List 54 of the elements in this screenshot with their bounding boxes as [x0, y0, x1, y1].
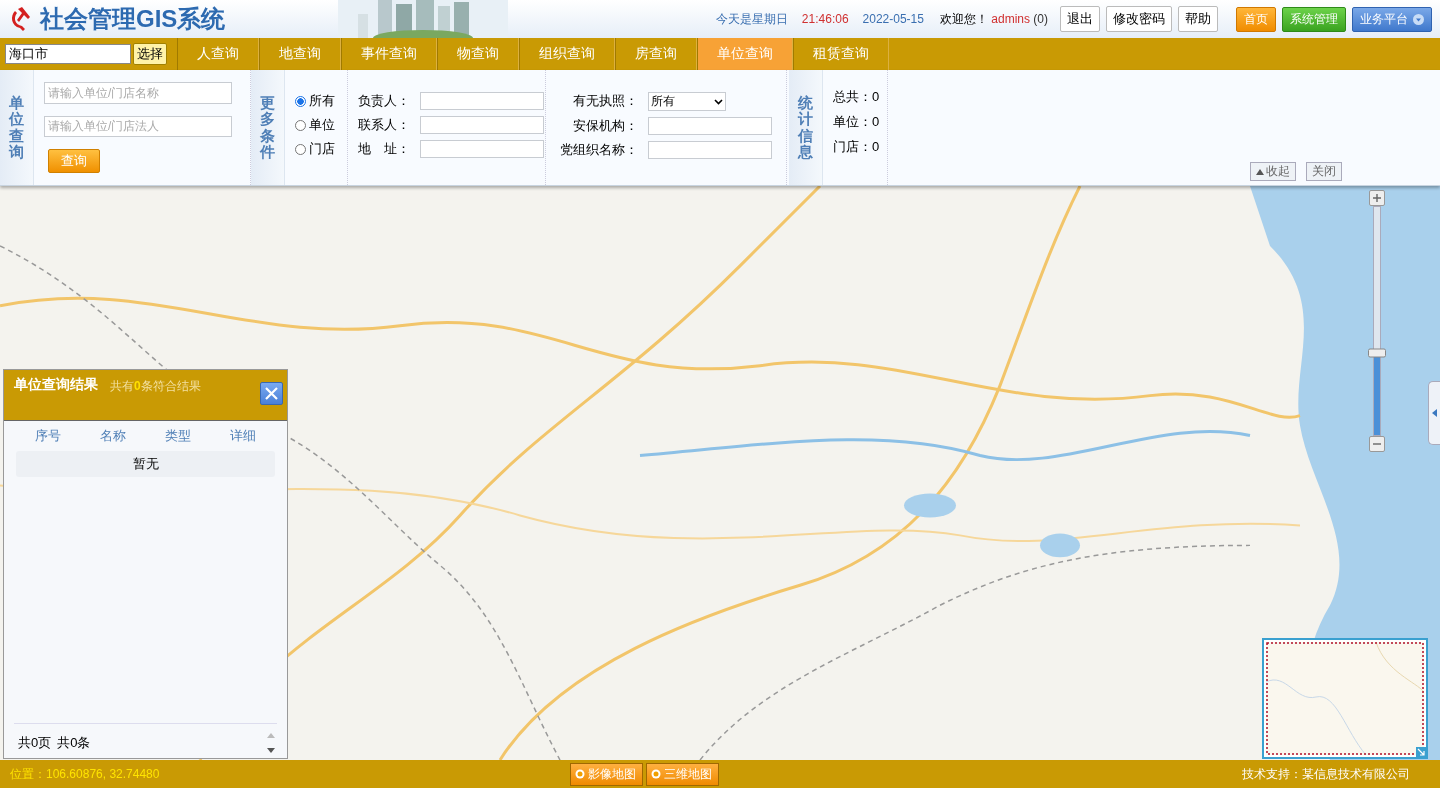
radio-button[interactable]	[295, 95, 306, 107]
input-field[interactable]: 请输入单位/门店法人	[44, 115, 232, 137]
chevron-icon	[714, 98, 723, 105]
field-label: 地 址：	[358, 140, 410, 158]
app-title: 社会管理GIS系统	[40, 4, 226, 34]
header-link[interactable]: 退出	[1060, 6, 1100, 32]
nav-button[interactable]: 业务平台	[1352, 6, 1432, 32]
section-title: 更多条件	[260, 94, 275, 161]
date-text: 2022-05-15	[862, 12, 924, 26]
map-mode-button[interactable]: 影像地图	[570, 762, 643, 786]
coordinates-text: 位置：106.60876, 32.74480	[10, 765, 161, 783]
search-button[interactable]: 查询	[48, 149, 100, 173]
radio-label: 单位	[309, 116, 335, 134]
radio-dot-icon	[651, 769, 661, 779]
input-field[interactable]	[420, 92, 544, 110]
header-link[interactable]: 帮助	[1178, 6, 1218, 32]
radio-label: 所有	[309, 92, 335, 110]
clock-text: 21:46:06	[801, 12, 849, 26]
radio-dot-icon	[575, 769, 585, 779]
select-button[interactable]: 选择	[133, 43, 167, 65]
message-count: (0)	[1032, 12, 1048, 26]
input-field[interactable]	[648, 141, 772, 159]
dropdown[interactable]: 所有	[648, 92, 726, 111]
field-label: 安保机构：	[572, 117, 638, 135]
input-field[interactable]	[420, 140, 544, 158]
field-label: 党组织名称：	[559, 141, 638, 159]
triangle-up-icon	[1256, 168, 1264, 175]
collapse-button[interactable]: 收起	[1250, 162, 1296, 181]
support-text: 技术支持：某信息技术有限公司	[1242, 765, 1410, 783]
map-mode-button[interactable]: 三维地图	[646, 762, 719, 786]
stat-text: 总共：0	[833, 88, 877, 106]
radio-label: 门店	[309, 140, 335, 158]
input-field[interactable]	[420, 116, 544, 134]
city-field[interactable]: 海口市	[5, 44, 131, 64]
section-title: 单位查询	[9, 94, 24, 161]
stat-text: 单位：0	[833, 113, 877, 131]
weekday-text: 今天是星期日	[715, 10, 788, 28]
input-field[interactable]	[648, 117, 772, 135]
welcome-text: 欢迎您！	[939, 10, 988, 28]
section-title: 统计信息	[798, 94, 813, 161]
field-label: 联系人：	[358, 116, 410, 134]
nav-button[interactable]: 首页	[1236, 6, 1276, 32]
header-link[interactable]: 修改密码	[1106, 6, 1172, 32]
stat-text: 门店：0	[833, 138, 877, 156]
query-tab[interactable]: 单位查询	[697, 38, 793, 70]
nav-button[interactable]: 系统管理	[1282, 6, 1346, 32]
input-field[interactable]: 请输入单位/门店名称	[44, 82, 232, 104]
username: admins	[990, 12, 1030, 26]
radio-button[interactable]	[295, 119, 306, 131]
field-label: 有无执照：	[572, 92, 638, 110]
dropdown-icon	[1413, 13, 1424, 25]
close-button[interactable]: 关闭	[1306, 162, 1342, 181]
field-label: 负责人：	[358, 92, 410, 110]
radio-button[interactable]	[295, 143, 306, 155]
